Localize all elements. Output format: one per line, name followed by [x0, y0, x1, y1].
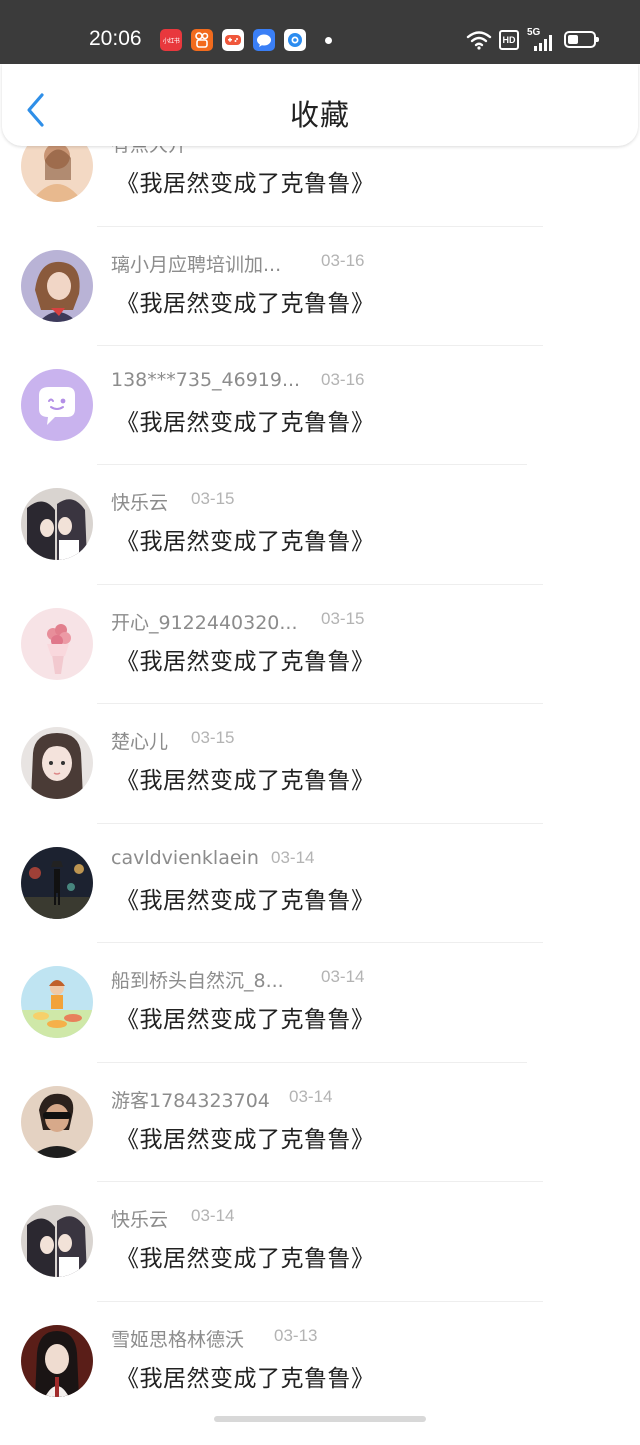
favorite-date: 03-15 — [191, 489, 235, 508]
book-title: 《我居然变成了克鲁鲁》 — [116, 1127, 375, 1153]
favorite-date: 03-14 — [191, 1206, 235, 1225]
favorite-date: 03-16 — [321, 251, 365, 270]
author-name: 游客1784323704 — [111, 1090, 270, 1112]
author-name: 开心_9122440320... — [111, 612, 298, 634]
favorite-date: 03-14 — [321, 967, 365, 986]
chat-bubble-icon — [253, 29, 275, 51]
status-time: 20:06 — [89, 27, 142, 50]
signal-5g-icon: 5G — [527, 27, 555, 51]
list-item[interactable]: 有点大开 03-18 《我居然变成了克鲁鲁》 — [0, 130, 640, 250]
book-title: 《我居然变成了克鲁鲁》 — [116, 1246, 375, 1272]
game-icon — [222, 29, 244, 51]
list-item[interactable]: 楚心儿 03-15 《我居然变成了克鲁鲁》 — [0, 727, 640, 847]
xiaohongshu-icon-label: 小红书 — [162, 37, 180, 45]
favorite-date: 03-14 — [289, 1087, 333, 1106]
avatar — [21, 1205, 93, 1277]
author-name: 138***735_46919... — [111, 369, 301, 391]
kuaishou-icon — [191, 29, 213, 51]
avatar — [21, 608, 93, 680]
list-item[interactable]: 开心_9122440320... 03-15 《我居然变成了克鲁鲁》 — [0, 608, 640, 728]
divider — [97, 226, 543, 227]
divider — [97, 345, 543, 346]
book-title: 《我居然变成了克鲁鲁》 — [116, 410, 375, 436]
author-name: cavldvienklaein — [111, 847, 259, 869]
divider — [97, 942, 543, 943]
avatar — [21, 966, 93, 1038]
avatar — [21, 1086, 93, 1158]
divider — [97, 464, 527, 465]
notification-dot-icon — [325, 37, 332, 44]
divider — [97, 823, 543, 824]
book-title: 《我居然变成了克鲁鲁》 — [116, 888, 375, 914]
book-title: 《我居然变成了克鲁鲁》 — [116, 649, 375, 675]
book-title: 《我居然变成了克鲁鲁》 — [116, 1007, 375, 1033]
status-bar: 20:06 小红书 HD 5G — [0, 0, 640, 64]
author-name: 雪姬思格林德沃 — [111, 1329, 245, 1351]
divider — [97, 1301, 543, 1302]
avatar — [21, 1325, 93, 1397]
hd-icon: HD — [499, 30, 519, 50]
hd-label: HD — [502, 35, 516, 45]
wifi-icon — [466, 31, 492, 50]
divider — [97, 584, 543, 585]
battery-level-fill — [568, 35, 578, 44]
author-name: 璃小月应聘培训加... — [111, 254, 282, 276]
author-name: 快乐云 — [111, 492, 169, 514]
divider — [97, 1062, 527, 1063]
nav-bar: 收藏 — [2, 64, 638, 146]
book-title: 《我居然变成了克鲁鲁》 — [116, 171, 375, 197]
avatar — [21, 488, 93, 560]
favorite-date: 03-13 — [274, 1326, 318, 1345]
avatar — [21, 727, 93, 799]
battery-icon — [564, 31, 599, 48]
favorite-date: 03-15 — [321, 609, 365, 628]
list-item[interactable]: 璃小月应聘培训加... 03-16 《我居然变成了克鲁鲁》 — [0, 250, 640, 370]
avatar — [21, 369, 93, 441]
avatar — [21, 847, 93, 919]
favorite-date: 03-15 — [191, 728, 235, 747]
list-item[interactable]: 雪姬思格林德沃 03-13 《我居然变成了克鲁鲁》 — [0, 1325, 640, 1445]
book-title: 《我居然变成了克鲁鲁》 — [116, 291, 375, 317]
book-title: 《我居然变成了克鲁鲁》 — [116, 768, 375, 794]
book-title: 《我居然变成了克鲁鲁》 — [116, 1366, 375, 1392]
list-item[interactable]: cavldvienklaein 03-14 《我居然变成了克鲁鲁》 — [0, 847, 640, 967]
divider — [97, 1181, 543, 1182]
list-item[interactable]: 游客1784323704 03-14 《我居然变成了克鲁鲁》 — [0, 1086, 640, 1206]
list-item[interactable]: 快乐云 03-15 《我居然变成了克鲁鲁》 — [0, 488, 640, 608]
favorite-date: 03-14 — [271, 848, 315, 867]
book-title: 《我居然变成了克鲁鲁》 — [116, 529, 375, 555]
author-name: 快乐云 — [111, 1209, 169, 1231]
author-name: 船到桥头自然沉_8... — [111, 970, 284, 992]
list-item[interactable]: 快乐云 03-14 《我居然变成了克鲁鲁》 — [0, 1205, 640, 1325]
home-indicator[interactable] — [214, 1416, 426, 1422]
page-title: 收藏 — [289, 98, 350, 132]
xiaohongshu-icon: 小红书 — [160, 29, 182, 51]
divider — [97, 703, 543, 704]
battery-tip — [596, 37, 599, 42]
list-item[interactable]: 138***735_46919... 03-16 《我居然变成了克鲁鲁》 — [0, 369, 640, 489]
camera-app-icon — [284, 29, 306, 51]
list-item[interactable]: 船到桥头自然沉_8... 03-14 《我居然变成了克鲁鲁》 — [0, 966, 640, 1086]
avatar — [21, 250, 93, 322]
author-name: 楚心儿 — [111, 731, 169, 753]
favorite-date: 03-16 — [321, 370, 365, 389]
